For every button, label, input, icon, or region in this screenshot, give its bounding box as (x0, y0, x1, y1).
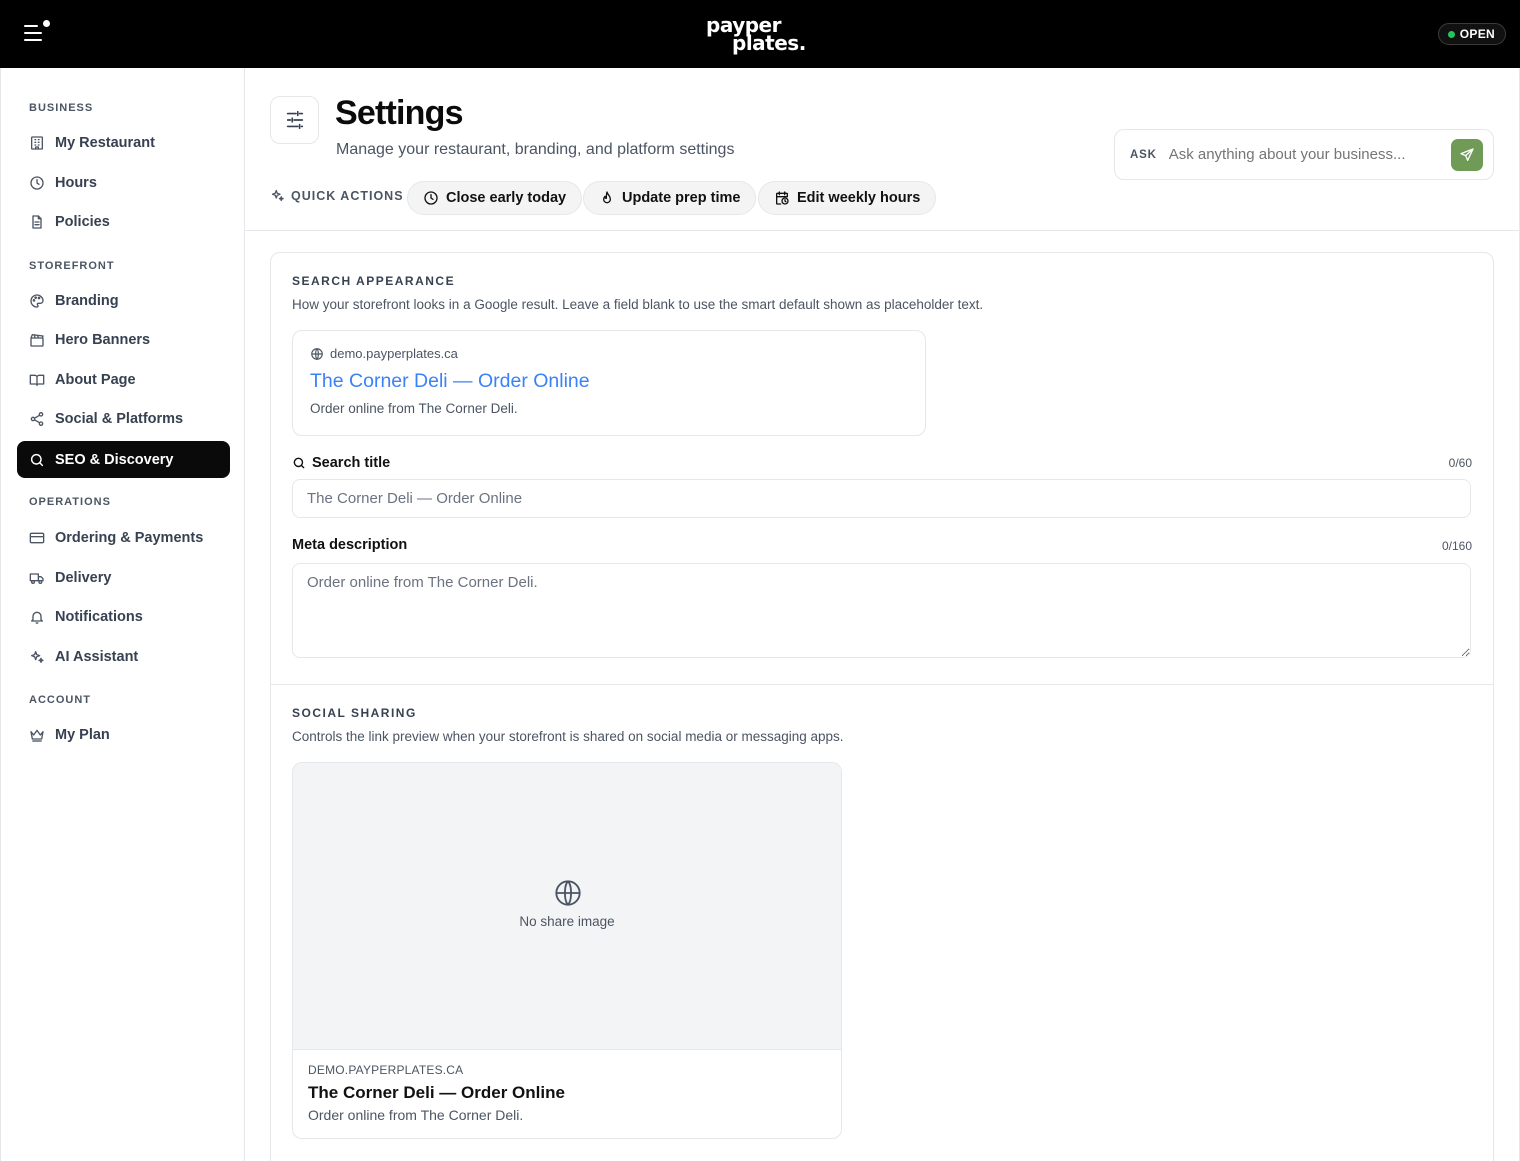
preview-title-link[interactable]: The Corner Deli — Order Online (310, 370, 590, 393)
sidebar-item-label: Hours (55, 174, 97, 191)
search-icon (293, 457, 305, 469)
sidebar-item-label: Delivery (55, 569, 112, 586)
page-title: Settings (335, 94, 464, 132)
sidebar-item-notifications[interactable]: Notifications (17, 598, 230, 635)
sidebar-item-hero-banners[interactable]: Hero Banners (17, 321, 230, 358)
search-title-input[interactable] (292, 479, 1471, 518)
payperplates-logo[interactable]: payper plates. (706, 14, 816, 54)
share-preview-title: The Corner Deli — Order Online (308, 1083, 565, 1102)
building-icon (31, 135, 43, 150)
sparkles-icon (271, 189, 284, 202)
document-icon (32, 214, 42, 229)
social-share-preview: No share image DEMO.PAYPERPLATES.CA The … (292, 762, 842, 1139)
sidebar-section-business: BUSINESS (29, 102, 94, 114)
clapperboard-icon (30, 333, 44, 347)
clock-icon (424, 191, 438, 205)
ask-label: ASK (1130, 148, 1157, 161)
meta-description-counter: 0/160 (1441, 539, 1472, 553)
close-early-today-button[interactable]: Close early today (407, 181, 583, 215)
globe-icon (555, 880, 581, 906)
book-icon (29, 374, 45, 386)
sidebar-item-hours[interactable]: Hours (17, 164, 230, 201)
sidebar-item-social-platforms[interactable]: Social & Platforms (17, 400, 230, 437)
sidebar-item-seo-discovery[interactable]: SEO & Discovery (17, 441, 230, 478)
share-image-placeholder[interactable]: No share image (293, 763, 841, 1050)
sidebar-item-label: Branding (55, 292, 119, 309)
social-sharing-title: SOCIAL SHARING (292, 706, 417, 720)
status-dot (1447, 30, 1455, 38)
quick-actions-label: QUICK ACTIONS (270, 188, 404, 203)
search-appearance-description: How your storefront looks in a Google re… (292, 297, 984, 312)
ask-assistant-box: ASK (1114, 129, 1494, 180)
send-icon (1460, 148, 1474, 161)
share-preview-domain: DEMO.PAYPERPLATES.CA (308, 1063, 464, 1077)
sidebar-item-label: Notifications (55, 608, 143, 625)
search-appearance-title: SEARCH APPEARANCE (292, 274, 456, 288)
share-icon (30, 411, 44, 426)
globe-icon (311, 347, 323, 360)
search-icon (30, 453, 44, 466)
meta-description-textarea[interactable] (292, 563, 1471, 658)
main-content: Settings Manage your restaurant, brandin… (245, 68, 1520, 1161)
settings-sliders-icon (270, 96, 319, 144)
sidebar-section-account: ACCOUNT (29, 694, 91, 706)
sparkles-icon (31, 650, 44, 663)
open-status-badge[interactable]: OPEN (1437, 23, 1506, 45)
top-bar: payper plates. OPEN (0, 0, 1520, 68)
truck-icon (29, 572, 44, 584)
sidebar-item-label: My Restaurant (55, 134, 155, 151)
sidebar-item-policies[interactable]: Policies (17, 203, 230, 240)
sidebar-item-ai-assistant[interactable]: AI Assistant (17, 638, 230, 675)
sidebar-item-ordering-payments[interactable]: Ordering & Payments (17, 519, 230, 556)
sidebar-item-label: Policies (55, 213, 110, 230)
no-share-image-text: No share image (519, 914, 615, 929)
ask-input[interactable] (1168, 146, 1439, 163)
preview-description: Order online from The Corner Deli. (310, 401, 518, 416)
credit-card-icon (29, 532, 45, 543)
clock-icon (30, 175, 44, 190)
sidebar-section-storefront: STOREFRONT (29, 260, 115, 272)
header-divider (245, 230, 1520, 231)
sidebar-item-label: SEO & Discovery (55, 451, 174, 468)
search-title-label: Search title (292, 455, 390, 471)
sidebar-item-branding[interactable]: Branding (17, 282, 230, 319)
search-title-counter: 0/60 (1448, 456, 1472, 470)
seo-settings-card: SEARCH APPEARANCE How your storefront lo… (270, 252, 1494, 1161)
sidebar-item-label: About Page (55, 371, 136, 388)
flame-icon (603, 191, 611, 204)
sidebar-item-label: Ordering & Payments (55, 529, 204, 546)
calendar-clock-icon (776, 191, 789, 205)
social-sharing-description: Controls the link preview when your stor… (292, 729, 844, 744)
sidebar-item-label: Social & Platforms (55, 410, 184, 427)
meta-description-label: Meta description (292, 537, 408, 553)
section-divider (271, 684, 1493, 685)
google-result-preview: demo.payperplates.ca The Corner Deli — O… (292, 330, 926, 436)
sidebar-section-operations: OPERATIONS (29, 496, 111, 508)
preview-url: demo.payperplates.ca (310, 346, 458, 361)
sidebar-item-label: Hero Banners (55, 331, 151, 348)
edit-weekly-hours-button[interactable]: Edit weekly hours (758, 181, 937, 215)
send-button[interactable] (1451, 139, 1483, 171)
sidebar: BUSINESS My Restaurant Hours Policies ST… (0, 68, 245, 1161)
status-label: OPEN (1459, 27, 1495, 41)
sidebar-item-my-plan[interactable]: My Plan (17, 716, 230, 753)
sidebar-item-delivery[interactable]: Delivery (17, 559, 230, 596)
update-prep-time-button[interactable]: Update prep time (583, 181, 757, 215)
bell-icon (31, 611, 43, 624)
sidebar-item-my-restaurant[interactable]: My Restaurant (17, 124, 230, 161)
palette-icon (30, 293, 44, 308)
sidebar-item-about-page[interactable]: About Page (17, 361, 230, 398)
sidebar-item-label: AI Assistant (55, 648, 139, 665)
page-subtitle: Manage your restaurant, branding, and pl… (336, 141, 735, 158)
crown-icon (30, 729, 44, 742)
menu-icon[interactable] (24, 20, 50, 44)
share-preview-description: Order online from The Corner Deli. (308, 1107, 524, 1123)
sidebar-item-label: My Plan (55, 726, 110, 743)
